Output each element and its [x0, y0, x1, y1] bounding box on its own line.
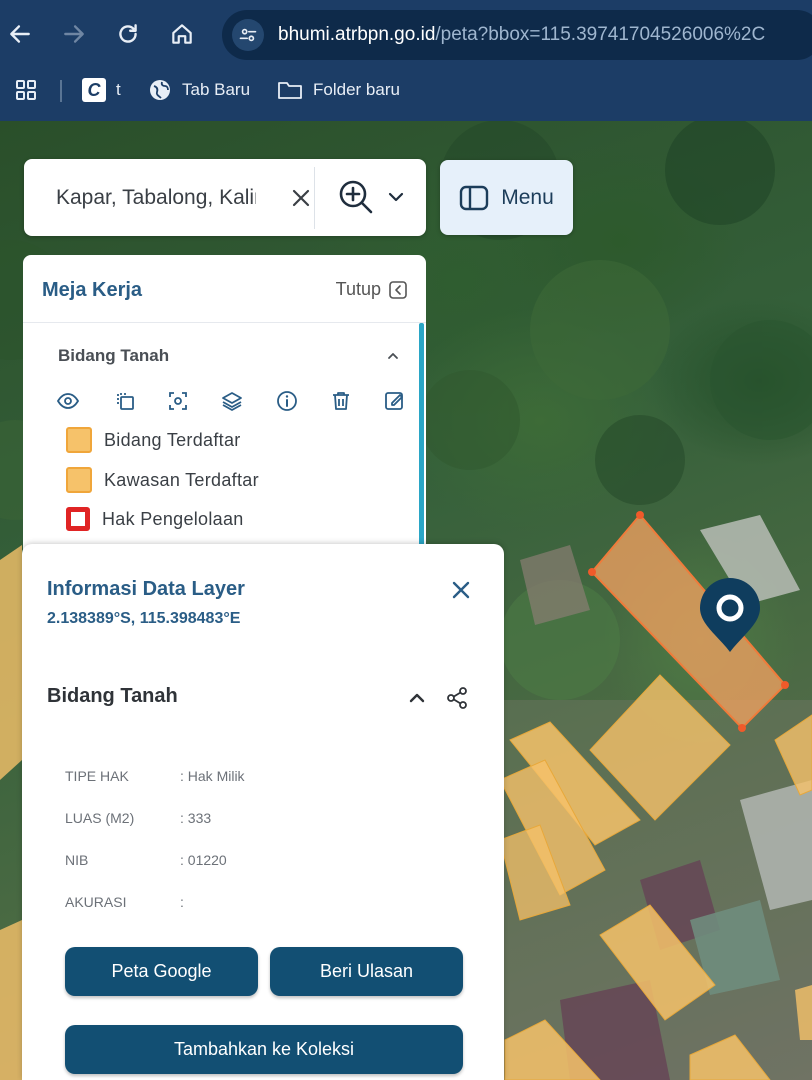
legend-item: Hak Pengelolaan — [66, 505, 244, 533]
legend-label: Kawasan Terdaftar — [104, 469, 259, 490]
menu-label: Menu — [501, 185, 554, 209]
collapse-left-icon — [389, 280, 407, 299]
workspace-panel: Meja Kerja Tutup Bidang Tanah Bidang Ter… — [23, 255, 426, 555]
edit-icon[interactable] — [383, 389, 407, 413]
location-pin-icon[interactable] — [698, 578, 762, 654]
chevron-down-icon[interactable] — [384, 185, 408, 209]
bookmark-item-tab-baru[interactable]: Tab Baru — [148, 78, 250, 102]
close-icon[interactable] — [286, 183, 316, 213]
bookmark-label: Folder baru — [313, 80, 400, 99]
legend-label: Hak Pengelolaan — [102, 508, 244, 529]
share-icon[interactable] — [444, 685, 470, 711]
layers-icon[interactable] — [220, 389, 244, 413]
attribute-key: AKURASI — [65, 894, 127, 910]
reload-icon[interactable] — [112, 18, 144, 50]
legend-swatch-outline — [66, 507, 90, 531]
info-icon[interactable] — [275, 389, 299, 413]
review-button[interactable]: Beri Ulasan — [270, 947, 463, 996]
scrollbar[interactable] — [419, 323, 424, 555]
address-bar[interactable]: bhumi.atrbpn.go.id/peta?bbox=115.3974170… — [222, 10, 812, 60]
forward-icon[interactable] — [58, 18, 90, 50]
home-icon[interactable] — [166, 18, 198, 50]
attribute-key: NIB — [65, 852, 89, 868]
bookmark-separator — [60, 80, 62, 102]
browser-toolbar: bhumi.atrbpn.go.id/peta?bbox=115.3974170… — [0, 0, 812, 68]
bookmark-folder-baru[interactable]: Folder baru — [277, 78, 400, 102]
bookmark-label: t — [116, 80, 121, 99]
apps-grid-icon[interactable] — [14, 78, 38, 102]
site-settings-icon[interactable] — [232, 19, 264, 51]
attribute-key: LUAS (M2) — [65, 810, 135, 826]
attribute-value: : — [180, 894, 184, 910]
trash-icon[interactable] — [329, 389, 353, 413]
google-maps-button[interactable]: Peta Google — [65, 947, 258, 996]
info-panel-title: Informasi Data Layer — [47, 578, 245, 600]
info-data-layer-panel: Informasi Data Layer 2.138389°S, 115.398… — [22, 544, 504, 1080]
bookmark-c-icon: C — [82, 78, 106, 102]
coordinates-text: 2.138389°S, 115.398483°E — [47, 610, 241, 627]
attribute-value: : Hak Milik — [180, 768, 245, 784]
bookmark-label: Tab Baru — [182, 80, 251, 99]
legend-label: Bidang Terdaftar — [104, 429, 241, 450]
legend-swatch-fill — [66, 467, 92, 493]
search-box: Kapar, Tabalong, Kalimantan Selatan — [24, 159, 426, 236]
workspace-close-button[interactable]: Tutup — [336, 279, 407, 300]
search-divider — [314, 167, 315, 229]
copy-icon[interactable] — [113, 389, 137, 413]
close-label: Tutup — [335, 279, 381, 299]
menu-button[interactable]: Menu — [440, 160, 573, 235]
attribute-value: : 01220 — [180, 852, 227, 868]
layer-section-title: Bidang Tanah — [58, 346, 170, 365]
browser-chrome: bhumi.atrbpn.go.id/peta?bbox=115.3974170… — [0, 0, 812, 121]
divider — [23, 322, 426, 323]
bookmarks-bar: C t Tab Baru Folder baru — [0, 68, 812, 112]
back-icon[interactable] — [4, 18, 36, 50]
globe-icon — [148, 78, 172, 102]
focus-icon[interactable] — [166, 389, 190, 413]
search-input[interactable]: Kapar, Tabalong, Kalimantan Selatan — [56, 186, 256, 210]
url-text: bhumi.atrbpn.go.id/peta?bbox=115.3974170… — [278, 24, 765, 46]
attribute-value: : 333 — [180, 810, 212, 826]
bookmark-item-t[interactable]: C t — [82, 78, 121, 102]
close-icon[interactable] — [448, 577, 474, 603]
url-path: /peta?bbox=115.39741704526006%2C — [435, 24, 766, 45]
eye-icon[interactable] — [56, 389, 80, 413]
chevron-up-icon[interactable] — [383, 346, 403, 366]
legend-swatch-fill — [66, 427, 92, 453]
url-host: bhumi.atrbpn.go.id — [278, 24, 436, 45]
parcel-section-title: Bidang Tanah — [47, 685, 178, 707]
folder-icon — [277, 78, 303, 102]
attribute-key: TIPE HAK — [65, 768, 129, 784]
add-to-collection-button[interactable]: Tambahkan ke Koleksi — [65, 1025, 463, 1074]
legend-item: Bidang Terdaftar — [66, 426, 241, 454]
zoom-in-icon[interactable] — [336, 177, 376, 217]
workspace-title: Meja Kerja — [42, 279, 143, 301]
sidebar-icon — [459, 185, 489, 211]
legend-item: Kawasan Terdaftar — [66, 466, 259, 494]
chevron-up-icon[interactable] — [405, 686, 429, 710]
